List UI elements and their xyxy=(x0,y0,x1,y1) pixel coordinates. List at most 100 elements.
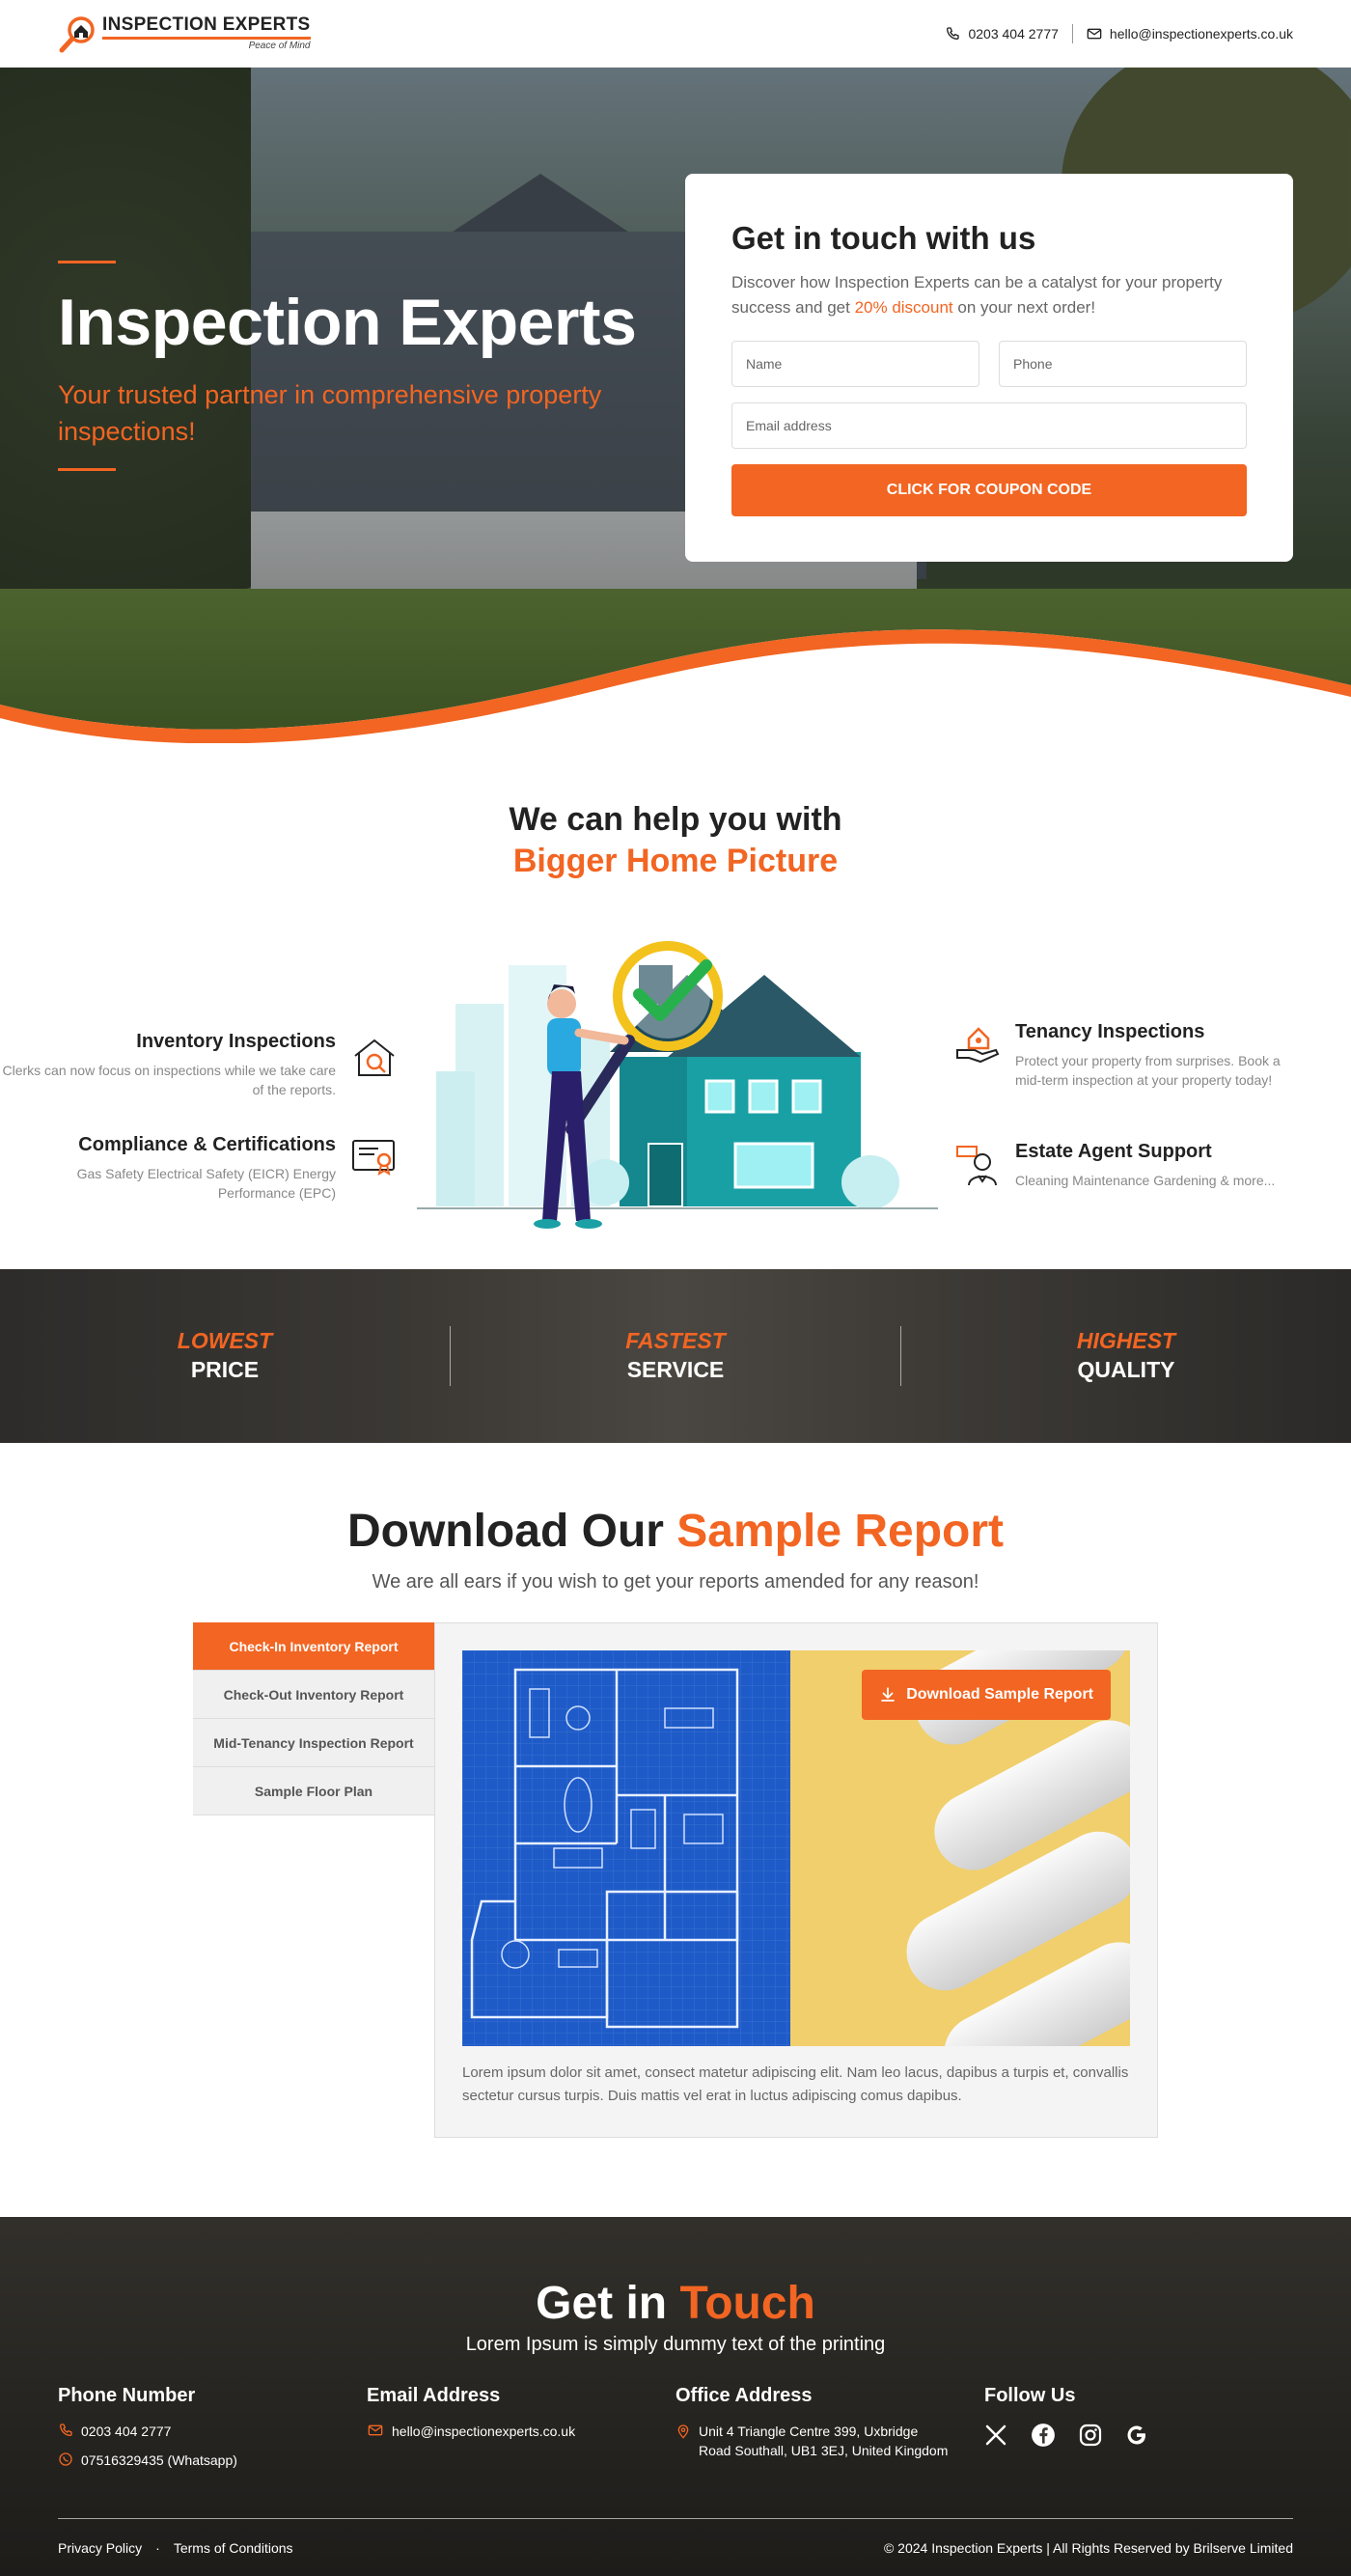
address-line: Unit 4 Triangle Centre 399, Uxbridge xyxy=(699,2424,919,2439)
magnifier-house-logo-icon xyxy=(59,15,95,52)
report-description: Lorem ipsum dolor sit amet, consect mate… xyxy=(462,2064,1129,2104)
accent-bar xyxy=(58,261,116,263)
terms-link[interactable]: Terms of Conditions xyxy=(174,2540,293,2556)
footer-email-link[interactable]: hello@inspectionexperts.co.uk xyxy=(367,2423,676,2442)
header-phone: 0203 404 2777 xyxy=(968,25,1059,42)
phone-icon xyxy=(59,2424,72,2437)
feature-label: QUALITY xyxy=(1077,1357,1175,1382)
logo-title: INSPECTION EXPERTS xyxy=(102,14,311,35)
privacy-link[interactable]: Privacy Policy xyxy=(58,2540,142,2556)
service-compliance[interactable]: Compliance & Certifications Gas Safety E… xyxy=(0,1134,336,1204)
google-icon[interactable] xyxy=(1125,2424,1148,2447)
services-title-line2: Bigger Home Picture xyxy=(512,842,839,879)
office-heading: Office Address xyxy=(676,2385,813,2406)
service-desc: Protect your property from surprises. Bo… xyxy=(1015,1053,1281,1089)
feature-highlight: HIGHEST xyxy=(1076,1328,1176,1354)
services-title: We can help you with Bigger Home Picture xyxy=(0,799,1351,881)
report-tab-list: Check-In Inventory Report Check-Out Inve… xyxy=(193,1622,434,2138)
site-header: INSPECTION EXPERTS Peace of Mind 0203 40… xyxy=(0,0,1351,68)
phone-input[interactable]: Phone xyxy=(999,341,1247,387)
form-title: Get in touch with us xyxy=(731,220,1036,256)
report-panel: Download Sample Report Lorem ipsum dolor… xyxy=(434,1622,1158,2138)
facebook-icon[interactable] xyxy=(1031,2423,1056,2448)
sample-report-section: Download Our Sample Report We are all ea… xyxy=(0,1443,1351,2217)
form-desc-text: on your next order! xyxy=(952,297,1096,317)
tab-floor-plan[interactable]: Sample Floor Plan xyxy=(193,1767,434,1815)
tab-check-out[interactable]: Check-Out Inventory Report xyxy=(193,1671,434,1719)
feature-label: PRICE xyxy=(190,1357,260,1382)
footer-phone-link[interactable]: 0203 404 2777 xyxy=(58,2423,367,2442)
house-inspection-icon xyxy=(354,1039,395,1076)
contact-title-text: Get in xyxy=(536,2278,680,2329)
header-email-link[interactable]: hello@inspectionexperts.co.uk xyxy=(1087,26,1293,42)
instagram-icon[interactable] xyxy=(1079,2424,1102,2447)
logo-underline xyxy=(102,37,311,40)
footer-phone: 0203 404 2777 xyxy=(81,2424,172,2439)
hero-section: Inspection Experts Your trusted partner … xyxy=(0,68,1351,743)
address-line: Road Southall, UB1 3EJ, United Kingdom xyxy=(699,2442,949,2458)
header-email: hello@inspectionexperts.co.uk xyxy=(1109,25,1293,42)
whatsapp-icon xyxy=(59,2451,72,2466)
discount-highlight: 20% discount xyxy=(854,297,953,317)
service-estate-agent[interactable]: Estate Agent Support Cleaning Maintenanc… xyxy=(1015,1141,1305,1190)
footer-whatsapp: 07516329435 (Whatsapp) xyxy=(81,2451,237,2468)
email-column: Email Address hello@inspectionexperts.co… xyxy=(367,2385,676,2479)
agent-sold-icon xyxy=(956,1146,997,1186)
header-contact: 0203 404 2777 hello@inspectionexperts.co… xyxy=(945,23,1293,43)
floor-plan-image xyxy=(462,1650,790,2046)
service-title: Tenancy Inspections xyxy=(1015,1021,1205,1042)
service-desc: Cleaning Maintenance Gardening & more... xyxy=(1015,1173,1276,1188)
header-divider xyxy=(1071,23,1073,43)
mail-icon xyxy=(368,2424,383,2436)
report-title: Download Our Sample Report xyxy=(0,1505,1351,1558)
report-title-highlight: Sample Report xyxy=(676,1506,1005,1557)
tab-mid-tenancy[interactable]: Mid-Tenancy Inspection Report xyxy=(193,1719,434,1767)
email-input[interactable]: Email address xyxy=(731,402,1247,449)
rolled-plans-image: Download Sample Report xyxy=(790,1650,1130,2046)
features-banner: LOWEST PRICE FASTEST SERVICE HIGHEST QUA… xyxy=(0,1269,1351,1443)
coupon-button[interactable]: CLICK FOR COUPON CODE xyxy=(731,464,1247,516)
hero-title: Inspection Experts xyxy=(58,286,637,359)
footer-whatsapp-link[interactable]: 07516329435 (Whatsapp) xyxy=(58,2451,367,2471)
tab-check-in[interactable]: Check-In Inventory Report xyxy=(193,1622,434,1671)
download-sample-button[interactable]: Download Sample Report xyxy=(862,1670,1111,1720)
report-title-text: Download Our xyxy=(346,1506,677,1557)
logo[interactable]: INSPECTION EXPERTS Peace of Mind xyxy=(58,14,311,53)
service-title: Estate Agent Support xyxy=(1015,1141,1212,1162)
report-subtitle: We are all ears if you wish to get your … xyxy=(372,1571,979,1593)
feature-label: SERVICE xyxy=(626,1357,725,1382)
service-inventory[interactable]: Inventory Inspections Clerks can now foc… xyxy=(0,1031,336,1100)
header-phone-link[interactable]: 0203 404 2777 xyxy=(945,25,1059,42)
footer-separator: · xyxy=(155,2539,160,2556)
name-input[interactable]: Name xyxy=(731,341,979,387)
x-icon[interactable] xyxy=(984,2424,1007,2447)
accent-bar xyxy=(58,467,116,471)
services-section: We can help you with Bigger Home Picture … xyxy=(0,743,1351,1269)
download-icon xyxy=(881,1687,896,1702)
service-tenancy[interactable]: Tenancy Inspections Protect your propert… xyxy=(1015,1021,1305,1091)
phone-heading: Phone Number xyxy=(58,2385,196,2406)
service-title: Compliance & Certifications xyxy=(78,1134,336,1155)
download-label: Download Sample Report xyxy=(906,1686,1093,1703)
service-title: Inventory Inspections xyxy=(136,1031,336,1052)
contact-footer: Get in Touch Lorem Ipsum is simply dummy… xyxy=(0,2217,1351,2576)
address-column: Office Address Unit 4 Triangle Centre 39… xyxy=(676,2385,984,2479)
feature-service: FASTEST SERVICE xyxy=(451,1327,900,1385)
hand-house-icon xyxy=(956,1027,1000,1064)
phone-column: Phone Number 0203 404 2777 07516329435 (… xyxy=(58,2385,367,2479)
feature-highlight: LOWEST xyxy=(177,1328,273,1354)
phone-icon xyxy=(947,26,960,40)
report-tabs-container: Check-In Inventory Report Check-Out Inve… xyxy=(193,1622,1158,2138)
services-title-line1: We can help you with xyxy=(509,801,842,838)
blueprint-drawing xyxy=(462,1650,790,2046)
social-column: Follow Us xyxy=(984,2385,1293,2479)
footer-bottom-bar: Privacy Policy · Terms of Conditions © 2… xyxy=(58,2518,1293,2576)
feature-quality: HIGHEST QUALITY xyxy=(901,1327,1351,1385)
home-inspection-illustration xyxy=(417,941,938,1229)
address-text: Unit 4 Triangle Centre 399, Uxbridge Road… xyxy=(699,2423,948,2460)
contact-form-card: Get in touch with us Discover how Inspec… xyxy=(685,174,1293,562)
feature-highlight: FASTEST xyxy=(625,1328,726,1354)
office-address: Unit 4 Triangle Centre 399, Uxbridge Road… xyxy=(676,2423,984,2460)
contact-title: Get in Touch xyxy=(0,2277,1351,2330)
hero-wave xyxy=(0,629,1351,743)
